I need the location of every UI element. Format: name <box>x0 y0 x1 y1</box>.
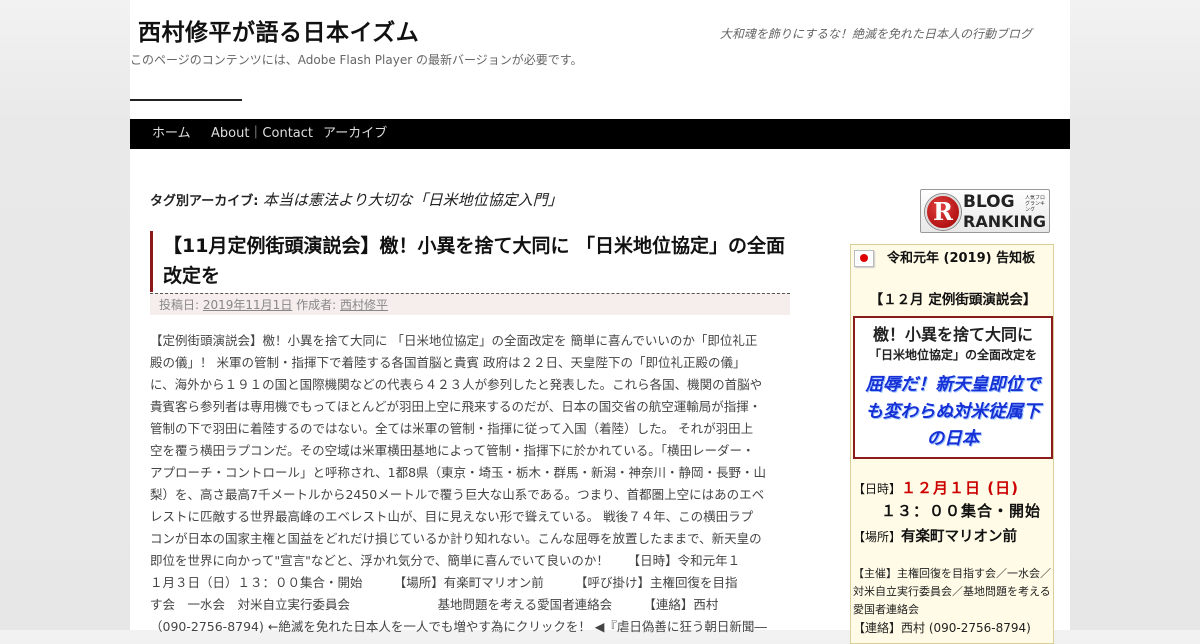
post-body-line: 貴賓客ら参列者は専用機でもってほとんどが羽田上空に飛来するのだが、日本の国交省の… <box>150 399 762 414</box>
notice-headline-2: 「日米地位協定」の全面改定を <box>868 348 1037 362</box>
archive-label: タグ別アーカイブ: <box>150 194 259 209</box>
japan-flag-icon <box>854 250 874 267</box>
notice-slogan: 屈辱だ！新天皇即位でも変わらぬ対米従属下の日本 <box>865 375 1041 449</box>
post-body: 【定例街頭演説会】檄！小異を捨て大同に 「日米地位協定」の全面改定を 簡単に喜ん… <box>150 330 790 638</box>
notice-date-label: 【日時】 <box>853 482 902 496</box>
notice-headline-1: 檄！小異を捨て大同に <box>872 325 1033 344</box>
notice-contact: 【連絡】西村 (090-2756-8794) <box>853 619 1053 637</box>
notice-time-value: １３：００集合・開始 <box>881 502 1042 520</box>
notice-board: 令和元年 (2019) 告知板 【１２月 定例街頭演説会】 檄！小異を捨て大同に… <box>850 244 1054 644</box>
header-divider <box>130 99 242 101</box>
site-title[interactable]: 西村修平が語る日本イズム <box>138 13 419 47</box>
nav-item-home[interactable]: ホーム <box>152 119 191 149</box>
site-description: 大和魂を飾りにするな！絶滅を免れた日本人の行動ブログ <box>719 27 1032 41</box>
ranking-small-text: 人気ブログランキング <box>1025 195 1045 211</box>
post-body-line: コンが日本の国家主権と国益をどれだけ損じているか計り知れない。こんな屈辱を放置し… <box>150 531 762 546</box>
post-title[interactable]: 【11月定例街頭演説会】檄！小異を捨て大同に 「日米地位協定」の全面改定を <box>150 231 790 292</box>
nav-item-about-contact[interactable]: About｜Contact <box>211 119 313 149</box>
notice-host: 【主催】主権回復を目指す会／一水会／対米自立実行委員会／基地問題を考える愛国者連… <box>853 565 1053 619</box>
ranking-line-2: RANKING <box>963 212 1046 231</box>
notice-place-value: 有楽町マリオン前 <box>901 529 1018 545</box>
post-body-line: 【定例街頭演説会】檄！小異を捨て大同に 「日米地位協定」の全面改定を 簡単に喜ん… <box>150 333 758 348</box>
notice-date-row: 【日時】１２月１日 (日) <box>853 477 1019 498</box>
page-container: 西村修平が語る日本イズム 大和魂を飾りにするな！絶滅を免れた日本人の行動ブログ … <box>130 0 1070 644</box>
post-date-link[interactable]: 2019年11月1日 <box>203 298 292 312</box>
post-body-line: す会 一水会 対米自立実行委員会 基地問題を考える愛国者連絡会 【連絡】西村 <box>150 597 719 612</box>
notice-headline-frame: 檄！小異を捨て大同に 「日米地位協定」の全面改定を 屈辱だ！新天皇即位でも変わら… <box>853 316 1053 459</box>
notice-contact-label: 【連絡】 <box>853 621 902 635</box>
notice-place-row: 【場所】有楽町マリオン前 <box>853 525 1017 546</box>
notice-place-label: 【場所】 <box>853 530 902 544</box>
post-body-line: に、海外から１９１の国と国際機関などの代表ら４２３人が参列したと発表した。これら… <box>150 377 763 392</box>
post-body-line: アプローチ・コントロール」と呼称され、1都8県（東京・埼玉・栃木・群馬・新潟・神… <box>150 465 767 480</box>
post-body-line: 管制の下で羽田に着陸するのではない。全ては米軍の管制・指揮に従って入国（着陸）し… <box>150 421 754 436</box>
main-navigation: ホーム About｜Contact アーカイブ <box>130 119 1070 149</box>
nav-item-archive[interactable]: アーカイブ <box>323 119 387 149</box>
post-body-line: レストに匹敵する世界最高峰のエベレスト山が、目に見えない形で聳えている。 戦後７… <box>150 509 754 524</box>
post-body-line: 梨）を、高さ最高7千メートルから2450メートルで覆う巨大な山系である。つまり、… <box>150 487 765 502</box>
post-date-label: 投稿日: <box>159 298 200 312</box>
post-body-line: 即位を世界に向かって"宣言"などと、浮かれ気分で、簡単に喜んでいて良いのか！ 【… <box>150 553 741 568</box>
post-body-line: （090-2756-8794) ←絶滅を免れた日本人を一人でも増やす為にクリック… <box>150 619 767 634</box>
notice-time-row: １３：００集合・開始 <box>881 500 1041 521</box>
post-body-line: １月３日（日）１３：００集合・開始 【場所】有楽町マリオン前 【呼び掛け】主権回… <box>150 575 738 590</box>
post-body-line: 空を覆う横田ラプコンだ。その空域は米軍横田基地によって管制・指揮下に於かれている… <box>150 443 755 458</box>
notice-date-value: １２月１日 (日) <box>901 479 1019 497</box>
notice-year-title: 令和元年 (2019) 告知板 <box>887 251 1036 266</box>
post-meta: 投稿日: 2019年11月1日 作成者: 西村修平 <box>150 293 790 315</box>
notice-host-label: 【主催】 <box>853 567 897 580</box>
blog-ranking-badge[interactable]: R BLOG RANKING 人気ブログランキング <box>920 189 1050 233</box>
archive-tag: 本当は憲法より大切な「日米地位協定入門」 <box>262 191 563 209</box>
ranking-logo-icon: R <box>925 194 961 230</box>
post-author-label: 作成者: <box>296 298 337 312</box>
notice-contact-value: 西村 (090-2756-8794) <box>901 621 1031 635</box>
flash-player-notice: このページのコンテンツには、Adobe Flash Player の最新バージョ… <box>130 53 583 67</box>
notice-event-title: 【１２月 定例街頭演説会】 <box>869 292 1037 308</box>
archive-heading: タグ別アーカイブ: 本当は憲法より大切な「日米地位協定入門」 <box>150 189 563 210</box>
post-body-line: 殿の儀」！ 米軍の管制・指揮下で着陸する各国首脳と貴賓 政府は２２日、天皇陛下の… <box>150 355 746 370</box>
post-author-link[interactable]: 西村修平 <box>340 298 388 312</box>
